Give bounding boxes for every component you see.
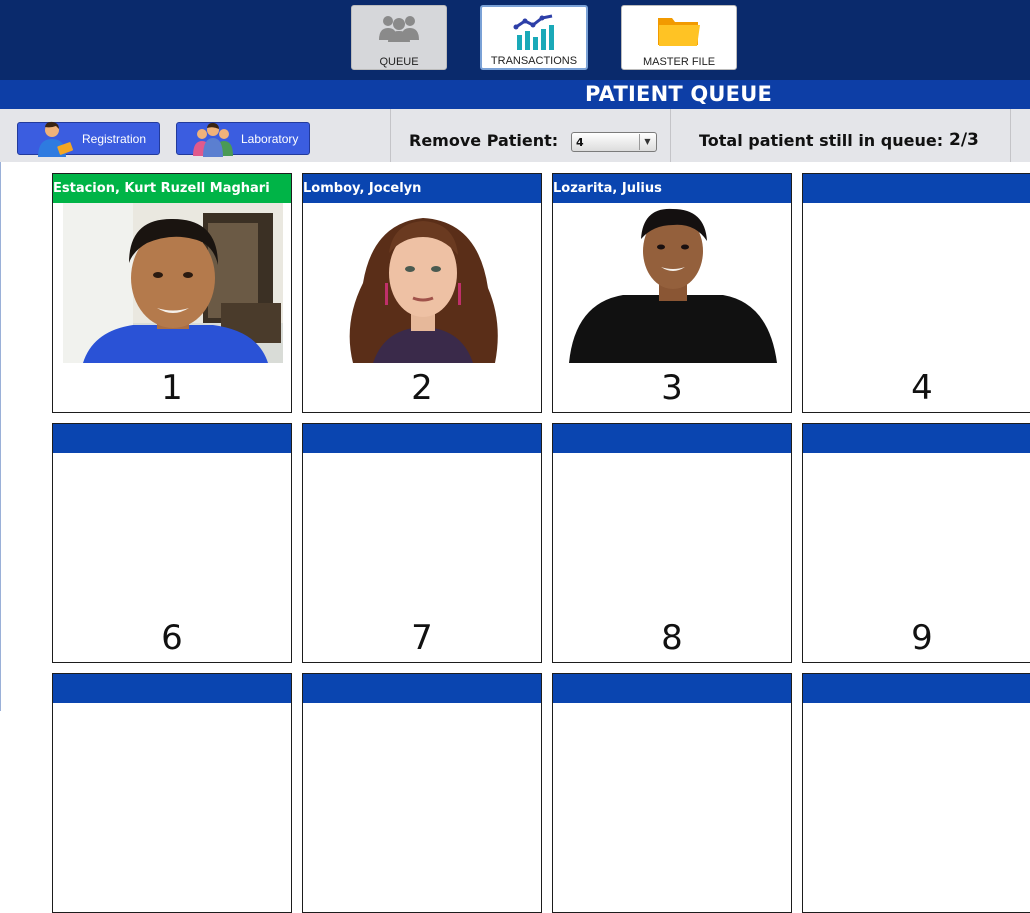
- patient-photo: [63, 203, 283, 363]
- queue-card-name: [303, 424, 541, 453]
- queue-card-name: Lozarita, Julius: [553, 174, 791, 203]
- queue-card-number: 1: [161, 368, 183, 408]
- folder-icon: [656, 12, 702, 52]
- queue-card[interactable]: [552, 673, 792, 913]
- queue-card-number: 2: [411, 368, 433, 408]
- laboratory-staff-icon: [191, 120, 235, 161]
- queue-card-name: [803, 424, 1030, 453]
- queue-card[interactable]: 9: [802, 423, 1030, 663]
- nav-transactions-label: TRANSACTIONS: [490, 55, 578, 67]
- queue-card-name: [803, 674, 1030, 703]
- queue-card[interactable]: Estacion, Kurt Ruzell Maghari 1: [52, 173, 292, 413]
- queue-card-name: Estacion, Kurt Ruzell Maghari: [53, 174, 291, 203]
- queue-card-name: [803, 174, 1030, 203]
- registration-label: Registration: [82, 132, 147, 146]
- remove-patient-value: 4: [576, 136, 584, 149]
- queue-card-name: Lomboy, Jocelyn: [303, 174, 541, 203]
- nav-queue-label: QUEUE: [379, 56, 419, 68]
- queue-card[interactable]: Lozarita, Julius 3: [552, 173, 792, 413]
- queue-card[interactable]: [302, 673, 542, 913]
- patient-photo: [563, 203, 783, 363]
- page-title: PATIENT QUEUE: [585, 82, 773, 106]
- queue-card[interactable]: 8: [552, 423, 792, 663]
- queue-card-name: [553, 674, 791, 703]
- queue-status-label: Total patient still in queue:: [699, 131, 944, 150]
- queue-card[interactable]: 4: [802, 173, 1030, 413]
- people-group-icon: [375, 12, 423, 48]
- queue-card-number: 3: [661, 368, 683, 408]
- queue-status-count: 2/3: [949, 130, 979, 150]
- nav-transactions-button[interactable]: TRANSACTIONS: [480, 5, 588, 70]
- top-navigation-bar: QUEUE TRANSACTIONS MASTER FILE: [0, 0, 1030, 80]
- toolbar-divider: [670, 109, 671, 162]
- chevron-down-icon[interactable]: ▼: [639, 134, 655, 150]
- toolbar-divider: [390, 109, 391, 162]
- queue-card-number: 8: [661, 618, 683, 658]
- patient-photo: [313, 203, 533, 363]
- registration-button[interactable]: Registration: [17, 121, 160, 157]
- laboratory-label: Laboratory: [241, 132, 299, 146]
- queue-card[interactable]: [802, 673, 1030, 913]
- queue-card-number: 9: [911, 618, 933, 658]
- queue-card-number: 6: [161, 618, 183, 658]
- page-title-bar: PATIENT QUEUE: [0, 80, 1030, 109]
- registration-person-icon: [32, 120, 76, 161]
- queue-card-name: [53, 424, 291, 453]
- bar-chart-trend-icon: [512, 13, 556, 57]
- queue-card[interactable]: Lomboy, Jocelyn 2: [302, 173, 542, 413]
- nav-master-file-label: MASTER FILE: [642, 56, 716, 68]
- queue-card-name: [53, 674, 291, 703]
- queue-card[interactable]: [52, 673, 292, 913]
- nav-queue-button[interactable]: QUEUE: [351, 5, 447, 70]
- remove-patient-select[interactable]: 4 ▼: [571, 132, 657, 152]
- queue-card[interactable]: 6: [52, 423, 292, 663]
- left-border: [0, 162, 1, 711]
- queue-card-name: [303, 674, 541, 703]
- queue-toolbar: Registration Laboratory Remove Patient: …: [0, 109, 1030, 163]
- nav-master-file-button[interactable]: MASTER FILE: [621, 5, 737, 70]
- toolbar-divider: [1010, 109, 1011, 162]
- queue-card-number: 4: [911, 368, 933, 408]
- queue-card-number: 7: [411, 618, 433, 658]
- remove-patient-label: Remove Patient:: [409, 131, 559, 150]
- queue-card-name: [553, 424, 791, 453]
- laboratory-button[interactable]: Laboratory: [176, 122, 310, 157]
- queue-card[interactable]: 7: [302, 423, 542, 663]
